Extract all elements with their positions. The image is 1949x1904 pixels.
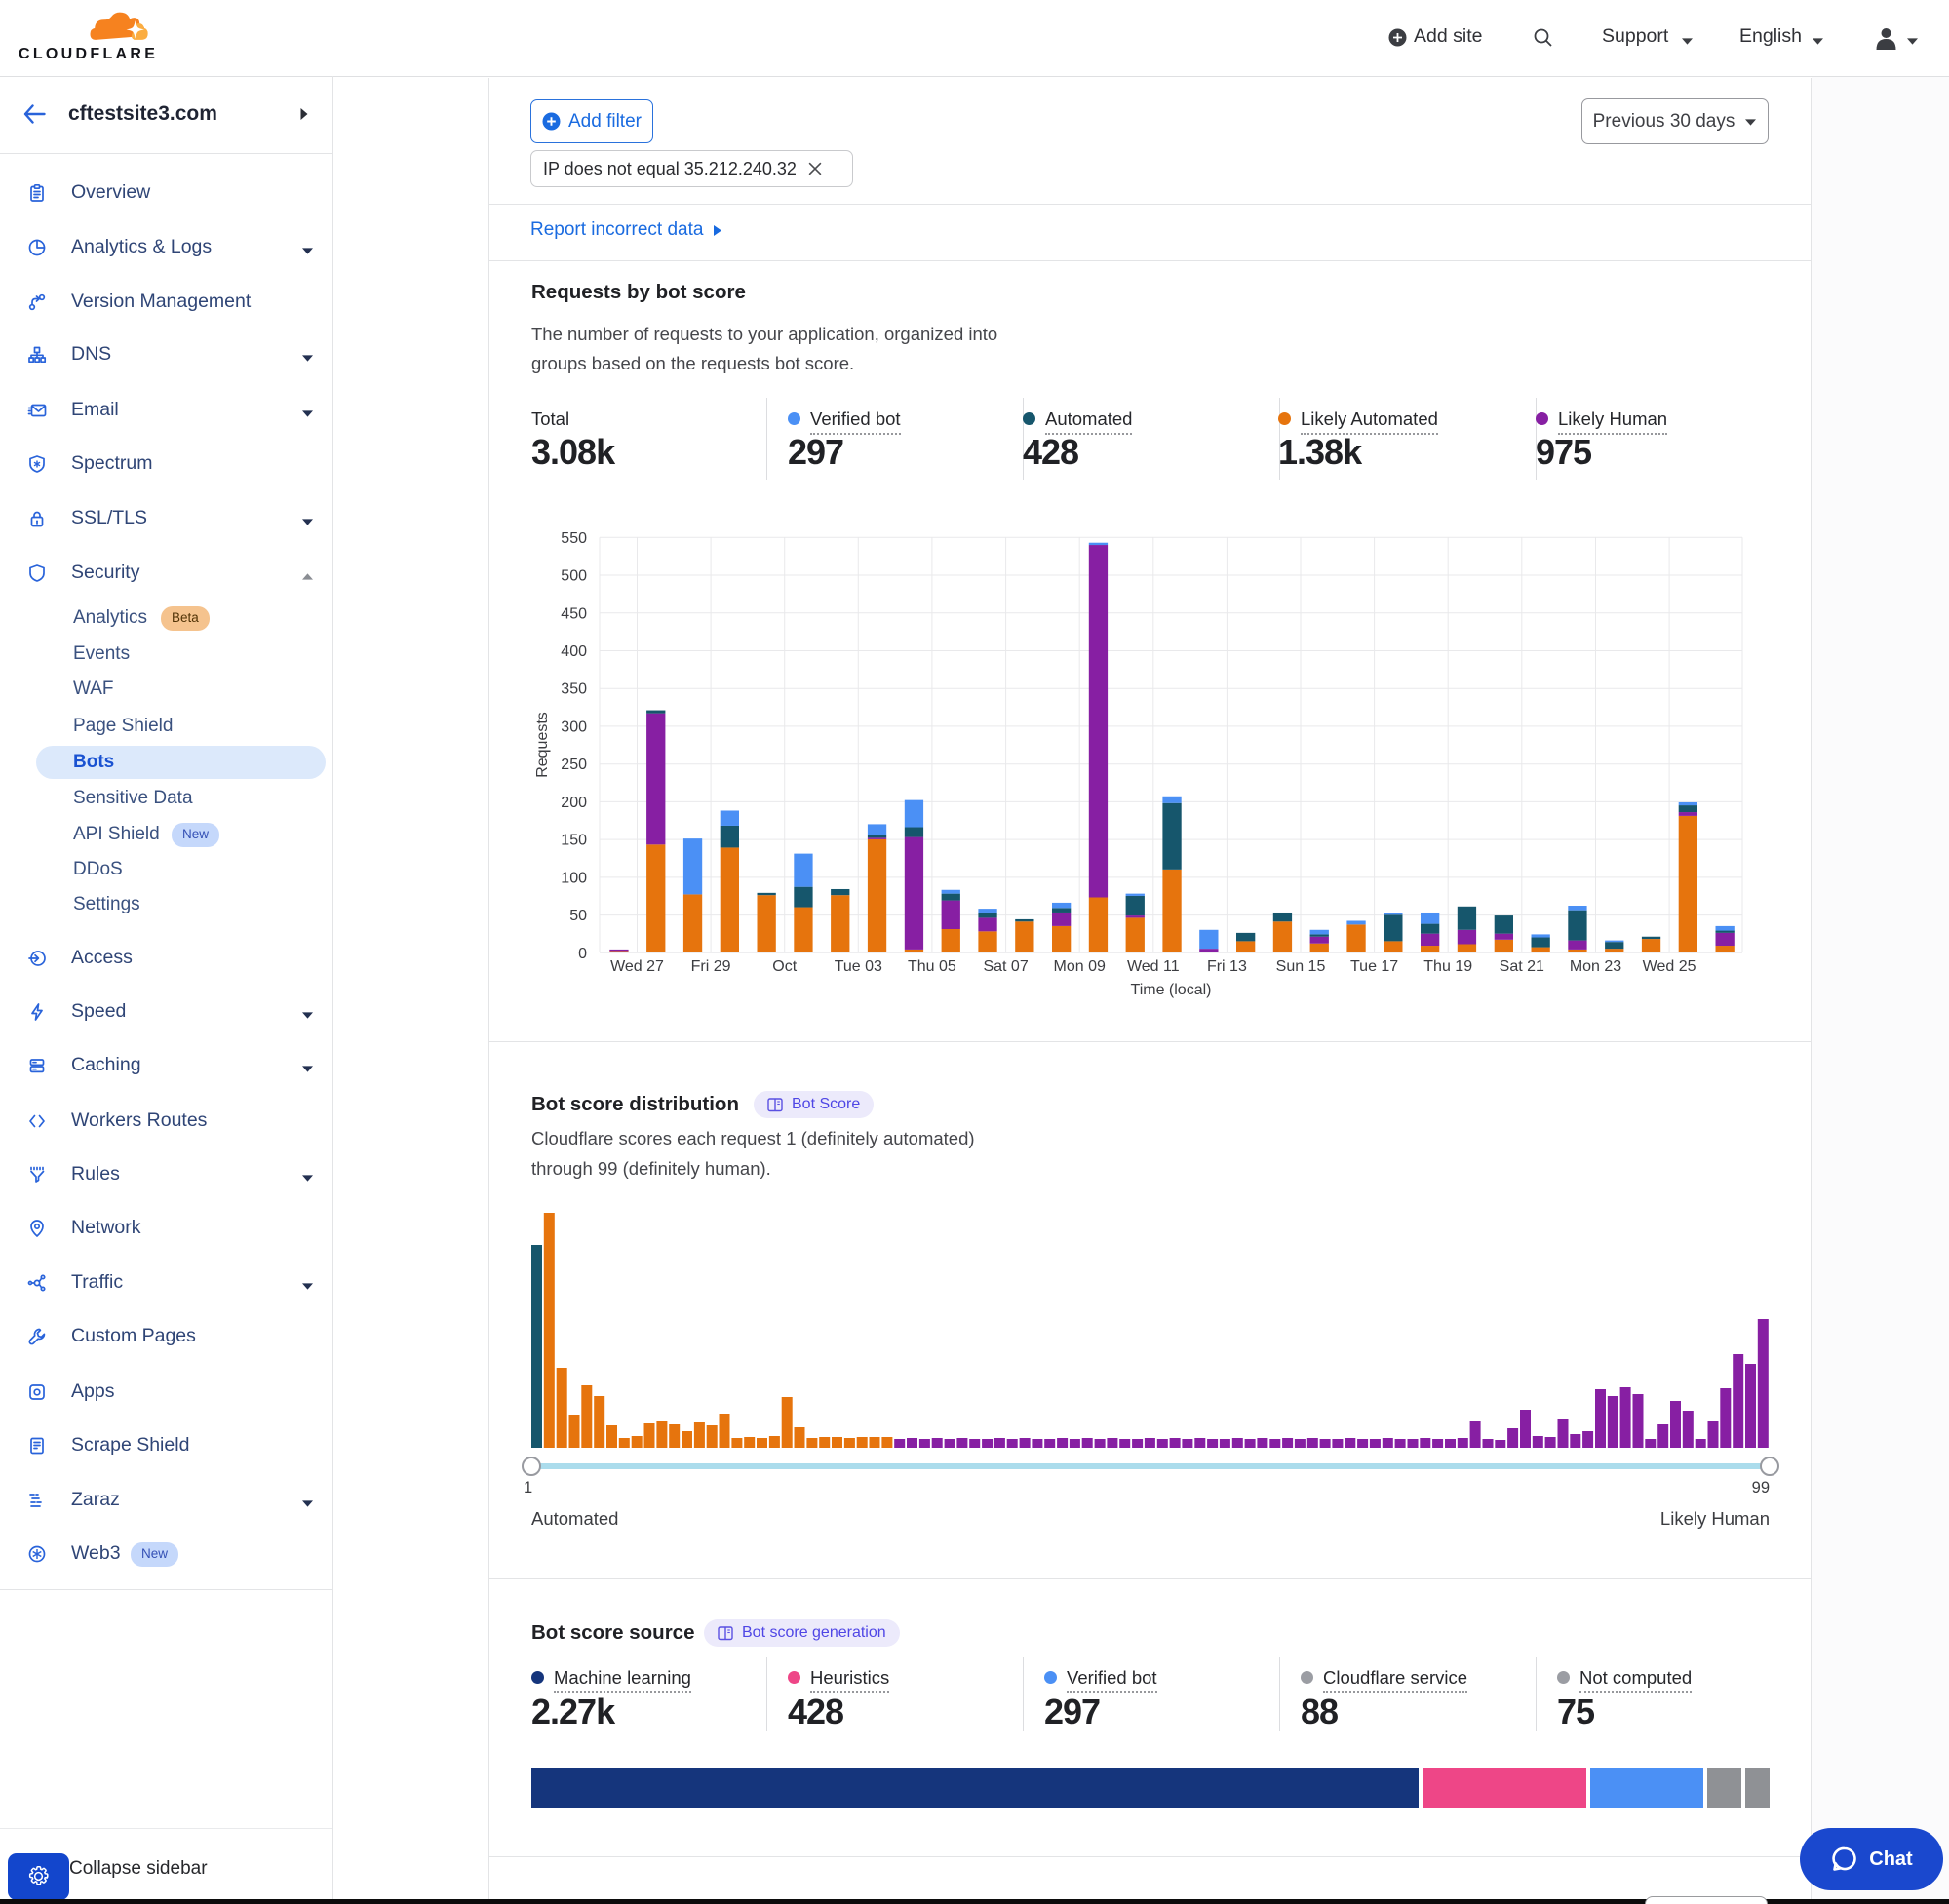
svg-text:150: 150	[561, 833, 587, 849]
svg-text:Tue 03: Tue 03	[835, 958, 882, 975]
svg-text:Mon 09: Mon 09	[1054, 958, 1106, 975]
svg-text:Wed 11: Wed 11	[1127, 958, 1180, 975]
svg-text:Wed 27: Wed 27	[610, 958, 664, 975]
svg-text:100: 100	[561, 870, 587, 886]
svg-text:Oct: Oct	[772, 958, 797, 975]
svg-text:350: 350	[561, 681, 587, 698]
svg-text:550: 550	[561, 530, 587, 547]
svg-text:50: 50	[569, 908, 587, 924]
svg-text:Requests: Requests	[534, 712, 551, 778]
svg-text:Tue 17: Tue 17	[1350, 958, 1398, 975]
svg-text:Mon 23: Mon 23	[1570, 958, 1621, 975]
svg-text:Fri 29: Fri 29	[691, 958, 731, 975]
svg-text:Sat 07: Sat 07	[983, 958, 1028, 975]
svg-text:Sun 15: Sun 15	[1276, 958, 1326, 975]
svg-text:300: 300	[561, 719, 587, 735]
svg-text:Time (local): Time (local)	[1131, 982, 1212, 998]
svg-text:500: 500	[561, 568, 587, 585]
svg-text:450: 450	[561, 605, 587, 622]
svg-text:200: 200	[561, 795, 587, 811]
svg-text:400: 400	[561, 643, 587, 660]
svg-text:Fri 13: Fri 13	[1207, 958, 1247, 975]
svg-text:0: 0	[578, 946, 587, 962]
svg-text:Thu 19: Thu 19	[1423, 958, 1472, 975]
svg-text:Sat 21: Sat 21	[1500, 958, 1544, 975]
svg-text:Thu 05: Thu 05	[908, 958, 956, 975]
svg-text:250: 250	[561, 757, 587, 773]
svg-text:Wed 25: Wed 25	[1643, 958, 1696, 975]
